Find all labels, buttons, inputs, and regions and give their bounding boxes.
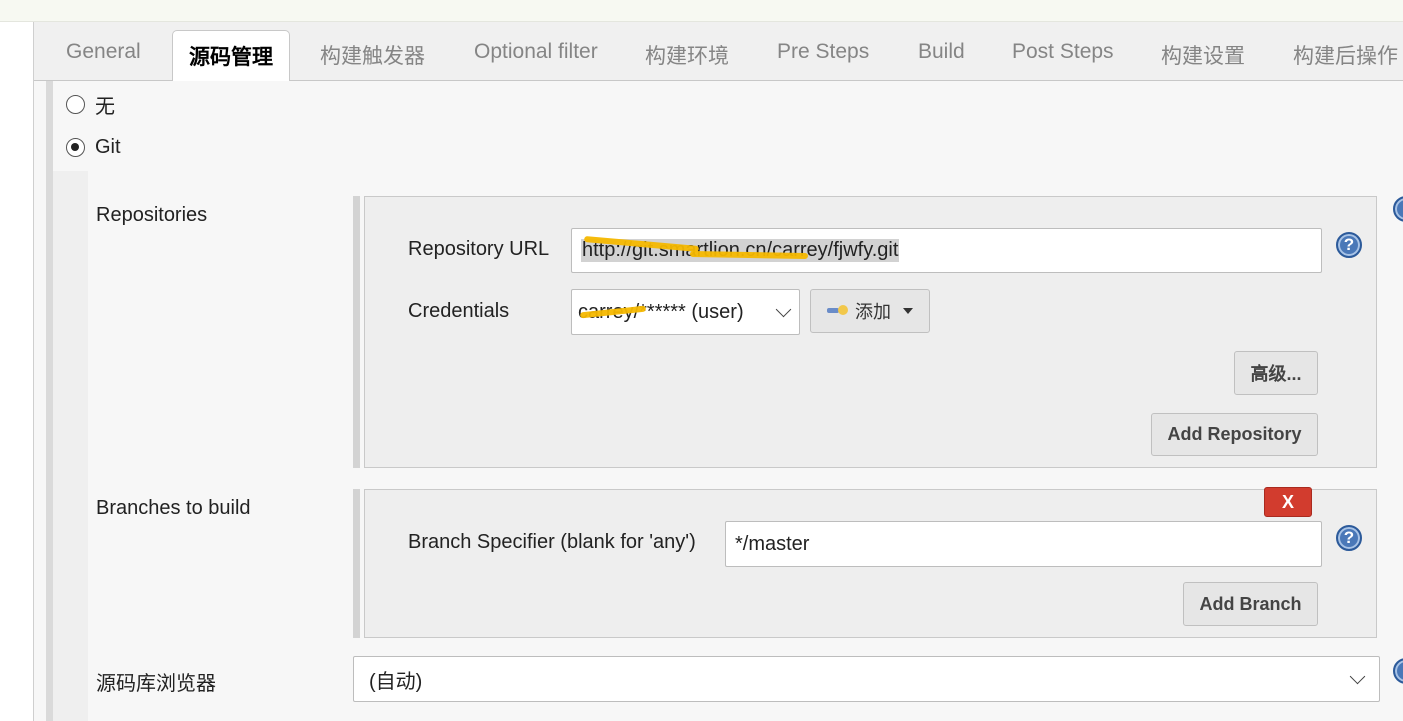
caret-down-icon xyxy=(903,308,913,314)
chevron-down-icon xyxy=(775,301,792,317)
help-icon[interactable] xyxy=(1393,658,1403,684)
add-branch-button[interactable]: Add Branch xyxy=(1183,582,1318,626)
branch-specifier-input[interactable]: */master xyxy=(725,521,1322,567)
repositories-bar xyxy=(353,196,360,468)
help-icon[interactable]: ? xyxy=(1336,232,1362,258)
repository-browser-value: (自动) xyxy=(369,670,423,693)
git-options-bar xyxy=(53,171,88,721)
branch-specifier-value: */master xyxy=(735,532,810,555)
delete-branch-label: X xyxy=(1281,491,1294,512)
add-branch-label: Add Branch xyxy=(1199,593,1302,614)
radio-none[interactable] xyxy=(66,95,85,114)
tab-build[interactable]: Build xyxy=(918,40,965,64)
repository-browser-label: 源码库浏览器 xyxy=(96,673,216,695)
credentials-label: Credentials xyxy=(408,300,510,322)
tab-source-code-management[interactable]: 源码管理 xyxy=(172,30,290,82)
help-icon-partial[interactable] xyxy=(1393,196,1403,222)
tab-post-build-actions[interactable]: 构建后操作 xyxy=(1293,40,1398,70)
scm-option-git-label: Git xyxy=(95,136,121,158)
radio-git[interactable] xyxy=(66,138,85,157)
tab-optional-filter[interactable]: Optional filter xyxy=(474,40,598,64)
help-icon[interactable] xyxy=(1393,196,1403,222)
scm-option-git[interactable]: Git xyxy=(66,136,121,159)
add-credentials-button[interactable]: 添加 xyxy=(810,289,930,333)
top-strip xyxy=(0,0,1403,22)
delete-branch-button[interactable]: X xyxy=(1264,487,1312,517)
scm-option-none[interactable]: 无 xyxy=(66,90,115,119)
section-left-bar xyxy=(46,81,53,721)
help-icon-symbol: ? xyxy=(1343,528,1355,547)
advanced-button[interactable]: 高级... xyxy=(1234,351,1318,395)
tab-pre-steps[interactable]: Pre Steps xyxy=(777,40,869,64)
help-icon-symbol: ? xyxy=(1343,235,1355,254)
add-repository-label: Add Repository xyxy=(1167,424,1302,444)
help-icon-partial[interactable] xyxy=(1393,658,1403,684)
add-credentials-label: 添加 xyxy=(855,302,891,322)
tab-general[interactable]: General xyxy=(66,40,141,64)
tab-build-triggers[interactable]: 构建触发器 xyxy=(320,40,425,70)
chevron-down-icon xyxy=(1349,668,1366,684)
branch-specifier-label: Branch Specifier (blank for 'any') xyxy=(408,531,696,553)
scm-option-none-label: 无 xyxy=(95,96,115,118)
repository-url-label: Repository URL xyxy=(408,238,550,260)
tab-post-steps[interactable]: Post Steps xyxy=(1012,40,1114,64)
tab-build-environment[interactable]: 构建环境 xyxy=(645,40,729,70)
branches-label: Branches to build xyxy=(96,497,251,519)
add-repository-button[interactable]: Add Repository xyxy=(1151,413,1318,456)
repository-browser-select[interactable]: (自动) xyxy=(353,656,1380,702)
key-icon xyxy=(827,305,849,317)
repositories-label: Repositories xyxy=(96,204,208,226)
tab-build-settings[interactable]: 构建设置 xyxy=(1161,40,1245,70)
help-icon[interactable]: ? xyxy=(1336,525,1362,551)
advanced-button-label: 高级... xyxy=(1250,364,1302,384)
config-tab-bar: General 源码管理 构建触发器 Optional filter 构建环境 … xyxy=(34,22,1403,82)
branches-bar xyxy=(353,489,360,638)
